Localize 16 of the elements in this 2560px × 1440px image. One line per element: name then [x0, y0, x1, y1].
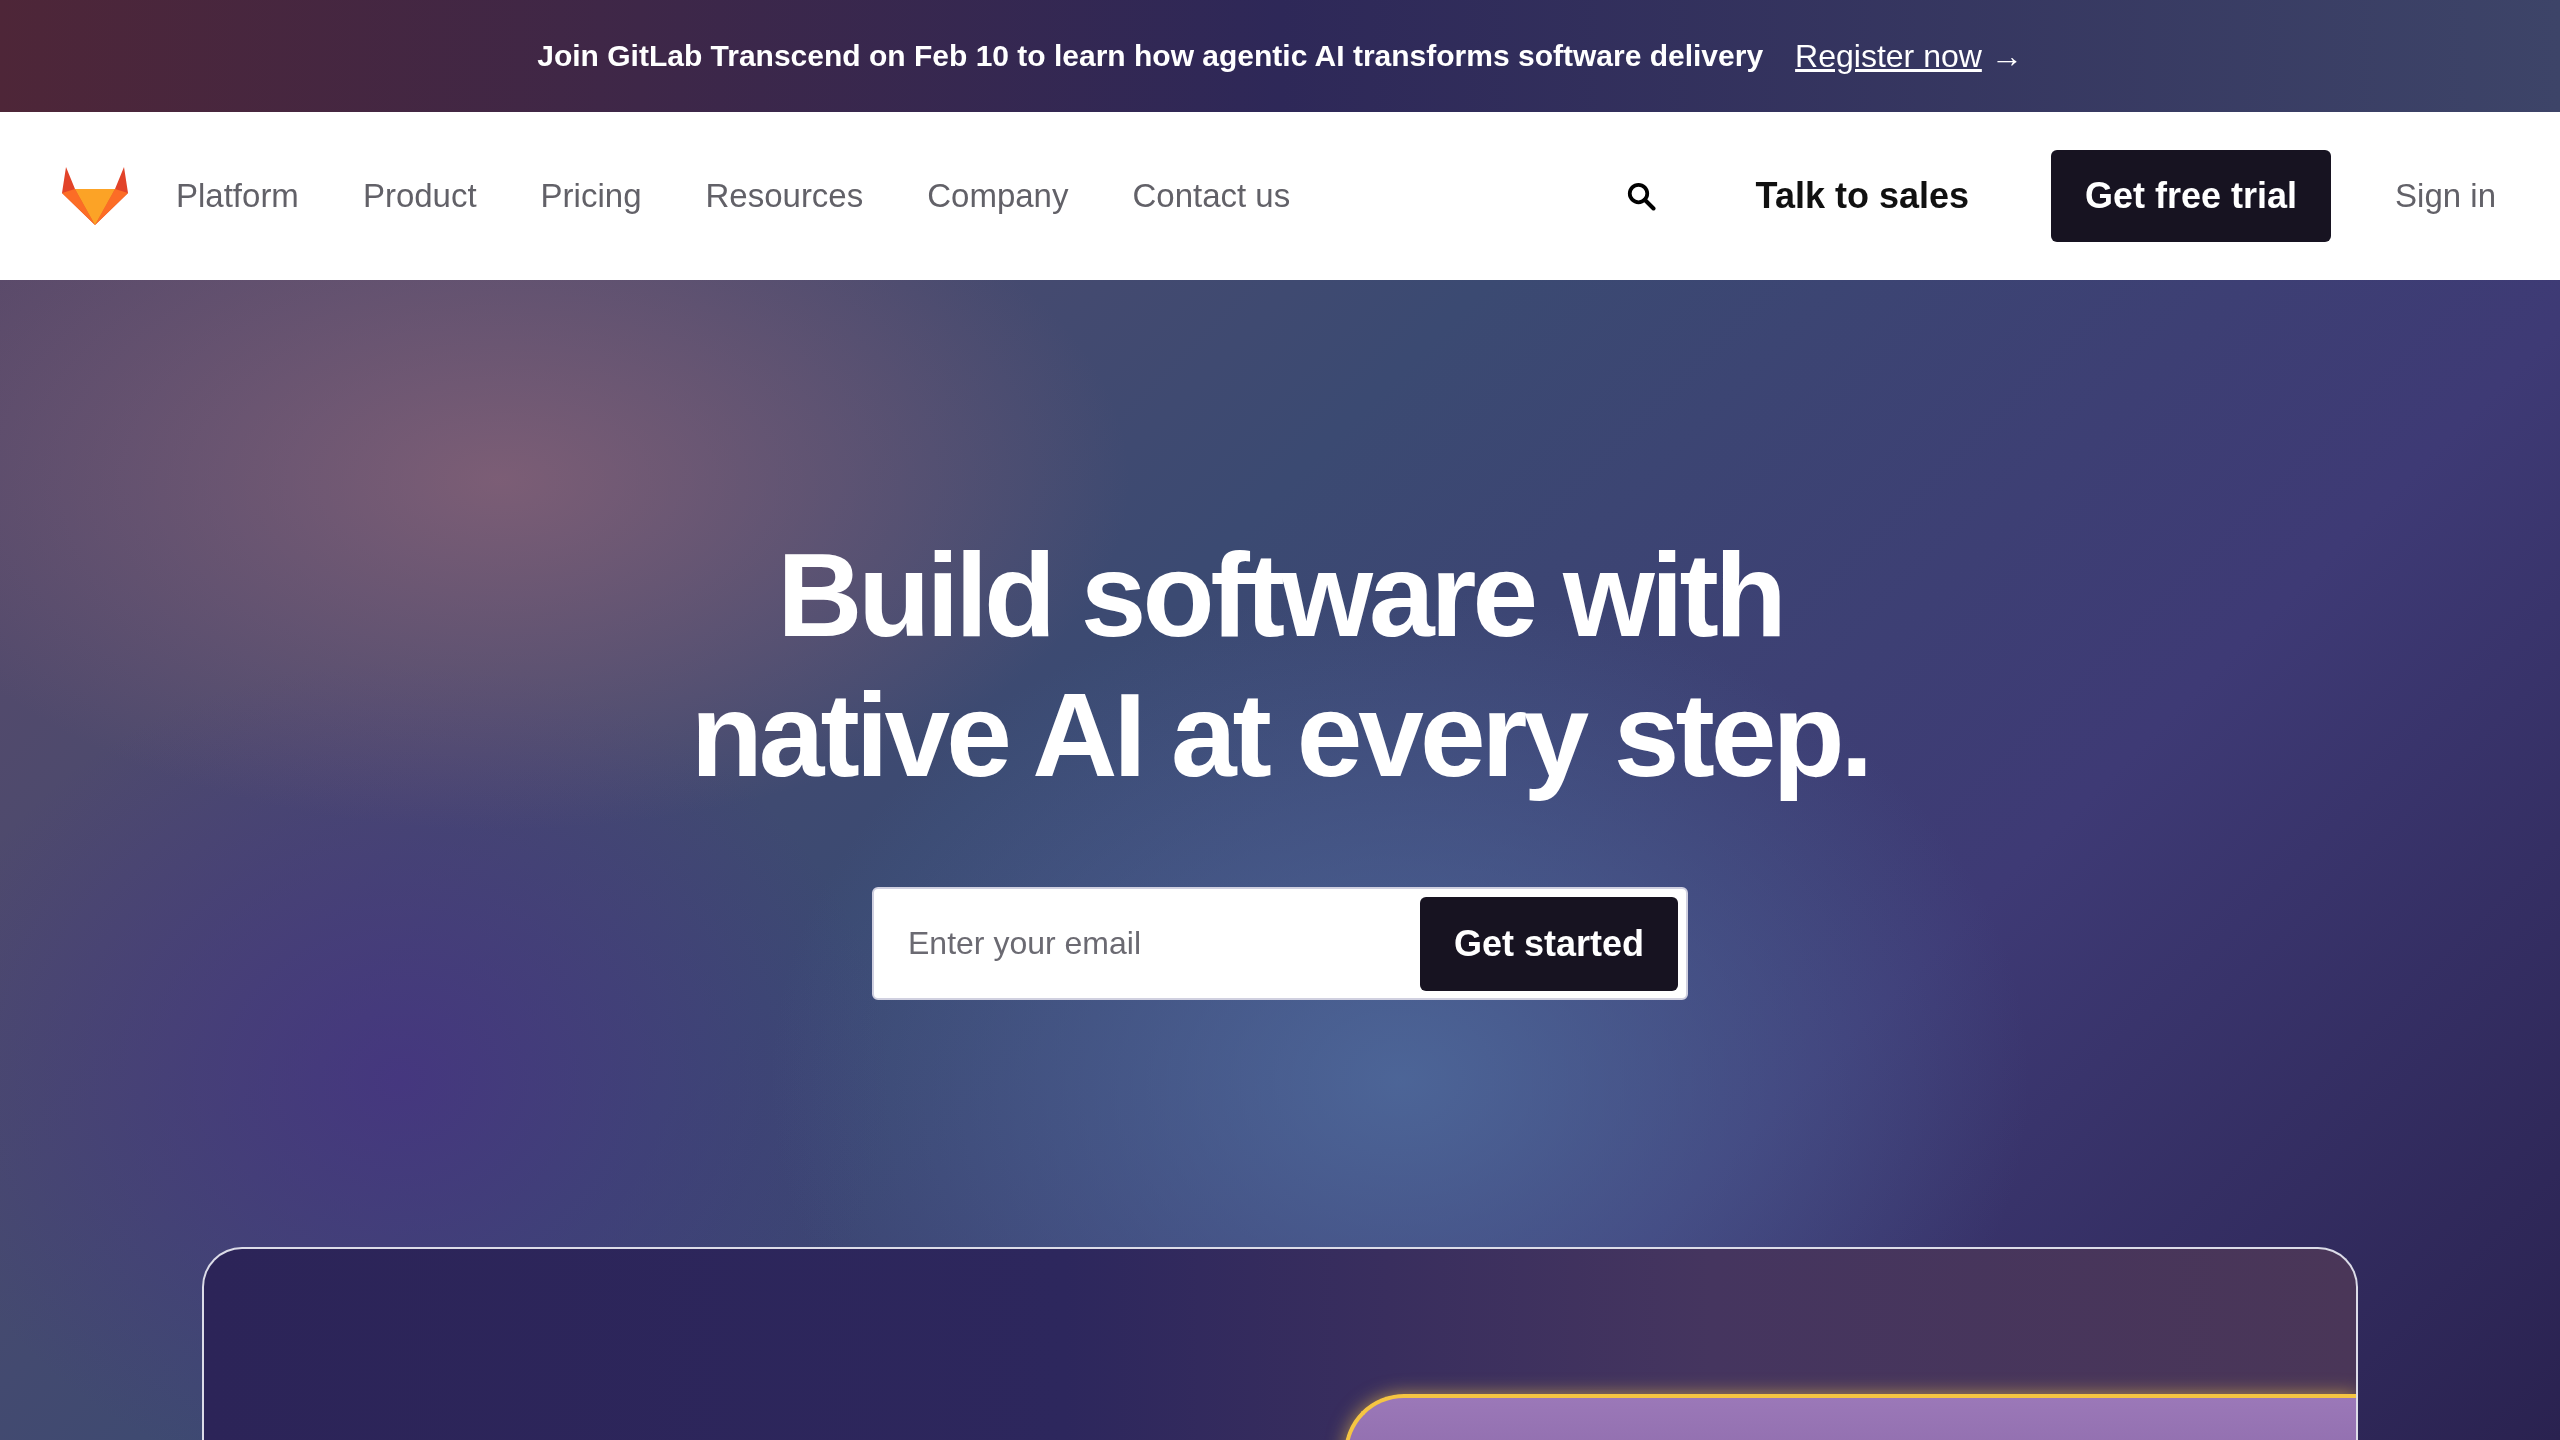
nav-link[interactable]: Contact us	[1132, 177, 1291, 215]
nav-link[interactable]: Pricing	[540, 177, 642, 215]
talk-to-sales-link[interactable]: Talk to sales	[1755, 175, 1969, 217]
get-started-button[interactable]: Get started	[1419, 896, 1678, 991]
register-link[interactable]: Register now →	[1795, 37, 2023, 75]
hero-headline: Build software with native AI at every step.	[690, 528, 1870, 803]
nav-link[interactable]: Company	[927, 177, 1069, 215]
sign-in-link[interactable]: Sign in	[2395, 177, 2496, 215]
email-field[interactable]: Enter your email	[882, 924, 1420, 963]
search-icon[interactable]	[1625, 181, 1656, 211]
free-trial-button[interactable]: Get free trial	[2051, 150, 2332, 242]
fox-logo-icon[interactable]	[62, 165, 128, 227]
nav-link[interactable]: Product	[362, 177, 477, 215]
nav-link[interactable]: Platform	[176, 177, 299, 215]
announcement-text: Join GitLab Transcend on Feb 10 to learn how agentic AI transforms software delivery	[537, 39, 1764, 73]
nav-link[interactable]: Resources	[705, 177, 864, 215]
